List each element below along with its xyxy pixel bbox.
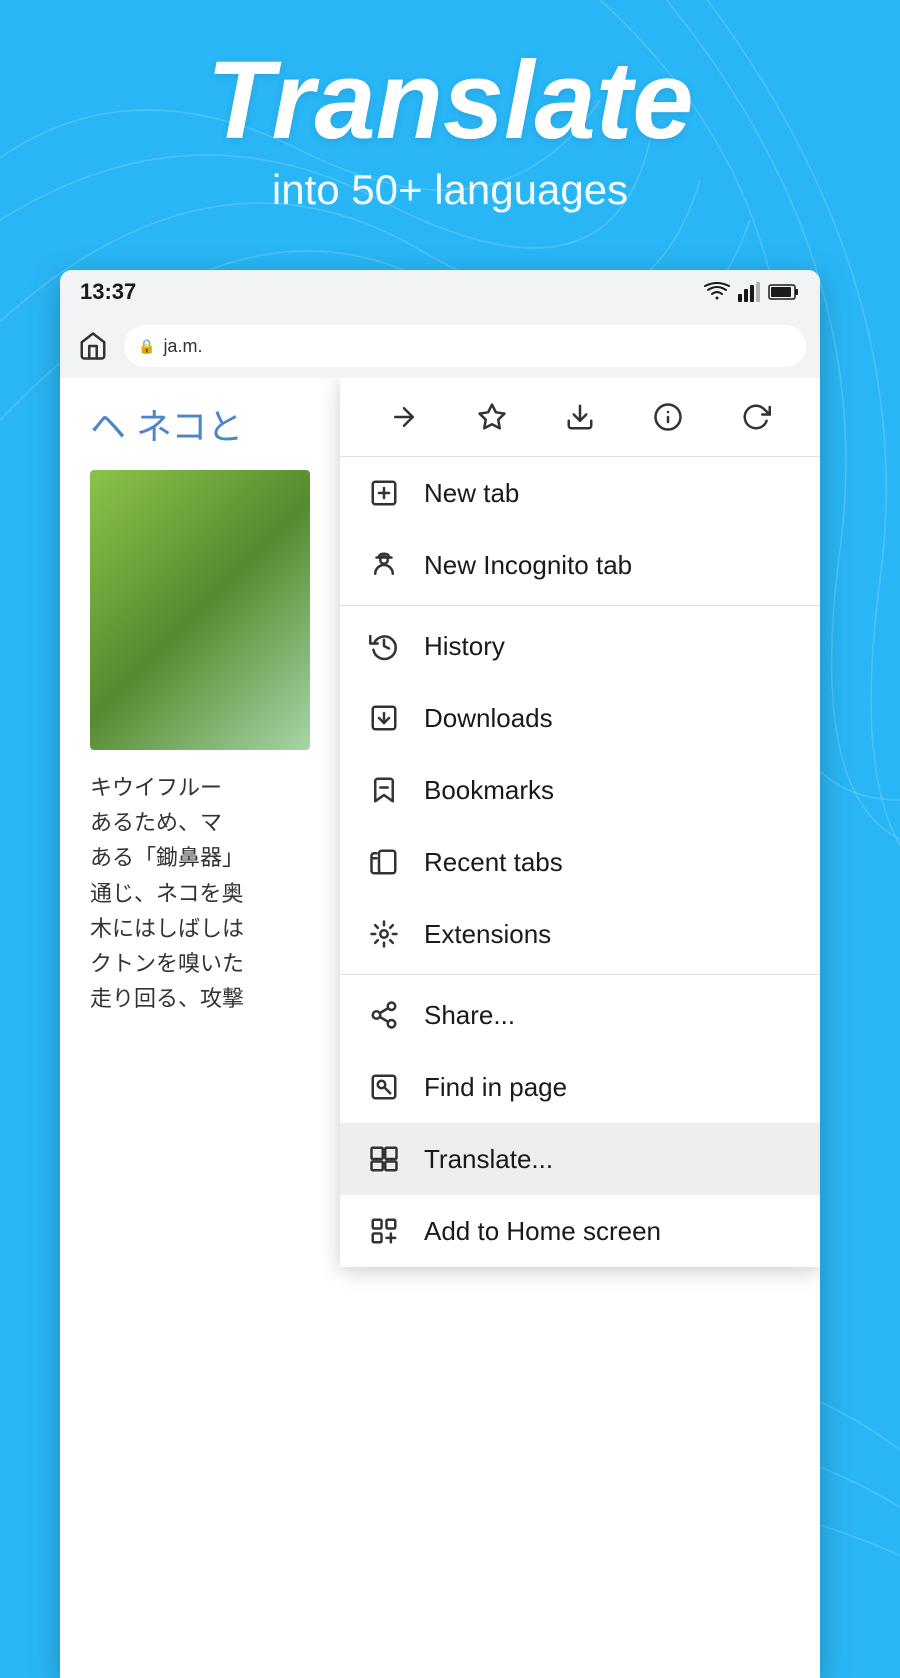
page-image bbox=[90, 470, 310, 750]
address-bar-row: 🔒 ja.m. bbox=[60, 314, 820, 378]
info-icon bbox=[653, 402, 683, 432]
hero-title: Translate bbox=[0, 40, 900, 161]
downloads-item[interactable]: Downloads bbox=[340, 682, 820, 754]
dropdown-toolbar bbox=[340, 378, 820, 457]
battery-icon bbox=[768, 282, 800, 302]
forward-button[interactable] bbox=[379, 392, 429, 442]
new-tab-icon bbox=[366, 475, 402, 511]
new-incognito-label: New Incognito tab bbox=[424, 550, 632, 581]
bookmarks-item[interactable]: Bookmarks bbox=[340, 754, 820, 826]
share-icon bbox=[366, 997, 402, 1033]
refresh-icon bbox=[741, 402, 771, 432]
add-home-icon bbox=[366, 1213, 402, 1249]
recent-tabs-label: Recent tabs bbox=[424, 847, 563, 878]
share-label: Share... bbox=[424, 1000, 515, 1031]
browser-content: ヘ ネコと キウイフルー あるため、マ ある「鋤鼻器」 通じ、ネコを奥 木にはし… bbox=[60, 378, 820, 1678]
divider-1 bbox=[340, 605, 820, 606]
recent-tabs-icon bbox=[366, 844, 402, 880]
new-incognito-tab-item[interactable]: New Incognito tab bbox=[340, 529, 820, 601]
lock-icon: 🔒 bbox=[138, 338, 155, 355]
star-icon bbox=[477, 402, 507, 432]
bookmarks-label: Bookmarks bbox=[424, 775, 554, 806]
signal-icon bbox=[738, 282, 760, 302]
history-item[interactable]: History bbox=[340, 610, 820, 682]
info-button[interactable] bbox=[643, 392, 693, 442]
status-icons bbox=[704, 282, 800, 302]
downloads-icon bbox=[366, 700, 402, 736]
extensions-label: Extensions bbox=[424, 919, 551, 950]
find-in-page-item[interactable]: Find in page bbox=[340, 1051, 820, 1123]
bookmarks-icon bbox=[366, 772, 402, 808]
new-tab-item[interactable]: New tab bbox=[340, 457, 820, 529]
extensions-icon bbox=[366, 916, 402, 952]
translate-item[interactable]: Translate... bbox=[340, 1123, 820, 1195]
status-bar: 13:37 bbox=[60, 270, 820, 314]
extensions-item[interactable]: Extensions bbox=[340, 898, 820, 970]
hero-subtitle: into 50+ languages bbox=[0, 166, 900, 214]
add-home-item[interactable]: Add to Home screen bbox=[340, 1195, 820, 1267]
translate-label: Translate... bbox=[424, 1144, 553, 1175]
recent-tabs-item[interactable]: Recent tabs bbox=[340, 826, 820, 898]
translate-icon bbox=[366, 1141, 402, 1177]
add-home-label: Add to Home screen bbox=[424, 1216, 661, 1247]
downloads-label: Downloads bbox=[424, 703, 553, 734]
dropdown-menu: New tab New Incognito tab bbox=[340, 378, 820, 1267]
status-time: 13:37 bbox=[80, 279, 136, 305]
history-label: History bbox=[424, 631, 505, 662]
new-tab-label: New tab bbox=[424, 478, 519, 509]
hero-section: Translate into 50+ languages bbox=[0, 40, 900, 214]
divider-2 bbox=[340, 974, 820, 975]
history-icon bbox=[366, 628, 402, 664]
home-button[interactable] bbox=[74, 327, 112, 365]
refresh-button[interactable] bbox=[731, 392, 781, 442]
wifi-icon bbox=[704, 282, 730, 302]
bookmark-button[interactable] bbox=[467, 392, 517, 442]
address-pill[interactable]: 🔒 ja.m. bbox=[124, 325, 806, 367]
share-item[interactable]: Share... bbox=[340, 979, 820, 1051]
download-toolbar-button[interactable] bbox=[555, 392, 605, 442]
home-icon bbox=[78, 331, 108, 361]
incognito-icon bbox=[366, 547, 402, 583]
browser-frame: 13:37 bbox=[60, 270, 820, 1678]
find-icon bbox=[366, 1069, 402, 1105]
address-text: ja.m. bbox=[163, 336, 202, 357]
download-toolbar-icon bbox=[565, 402, 595, 432]
forward-icon bbox=[389, 402, 419, 432]
find-in-page-label: Find in page bbox=[424, 1072, 567, 1103]
